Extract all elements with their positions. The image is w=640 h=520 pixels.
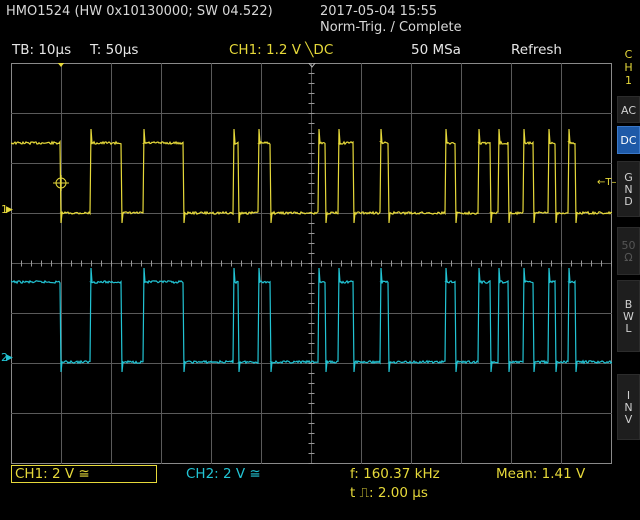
coupling-button-dc[interactable]: DC	[617, 126, 640, 154]
ch2-ground-arrow-icon: ▶	[6, 353, 13, 363]
coupling-button-bwl[interactable]: BWL	[617, 280, 640, 352]
mean-measurement: Mean: 1.41 V	[496, 466, 586, 482]
coupling-button-ac[interactable]: AC	[617, 96, 640, 123]
instrument-model: HMO1524 (HW 0x10130000; SW 04.522)	[6, 4, 273, 19]
coupling-button-gnd[interactable]: GND	[617, 161, 640, 217]
pulse-width-measurement: t ⎍: 2.00 µs	[350, 485, 428, 501]
ch1-scale-text: CH1: 2 V ≅	[15, 466, 90, 482]
frequency-measurement: f: 160.37 kHz	[350, 466, 440, 482]
ch1-trigger-readout[interactable]: CH1: 1.2 V ╲DC	[229, 42, 333, 58]
acquisition-mode[interactable]: Refresh	[511, 42, 562, 58]
coupling-button-inv[interactable]: INV	[617, 374, 640, 440]
waveform-display	[11, 63, 612, 464]
ch1-ground-arrow-icon: ▶	[6, 205, 13, 215]
trigger-status: Norm-Trig. / Complete	[320, 20, 462, 35]
ch1-scale-readout[interactable]: CH1: 2 V ≅	[11, 465, 157, 483]
datetime: 2017-05-04 15:55	[320, 4, 438, 19]
trigger-level-marker[interactable]: ←T–	[597, 177, 617, 188]
coupling-button-50: 50 Ω	[617, 227, 640, 275]
trigger-time-readout[interactable]: T: 50µs	[90, 42, 138, 58]
ch2-scale-readout[interactable]: CH2: 2 V ≅	[186, 466, 261, 482]
timebase-readout[interactable]: TB: 10µs	[12, 42, 71, 58]
sample-rate-readout[interactable]: 50 MSa	[411, 42, 461, 58]
channel-label: CH1	[624, 48, 633, 87]
